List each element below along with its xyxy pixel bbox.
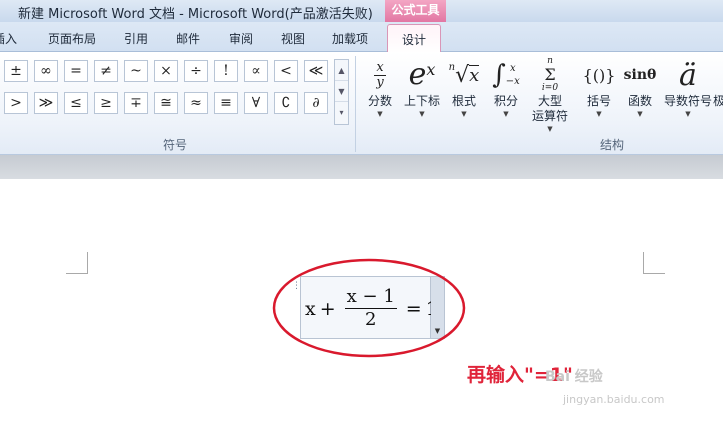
symbol-equals[interactable]: = <box>64 60 88 82</box>
equation-tools-context-tab[interactable]: 公式工具 <box>385 0 446 22</box>
symbol-identical[interactable]: ≡ <box>214 92 238 114</box>
integral-button[interactable]: ∫ x −x 积分 ▼ <box>489 56 523 134</box>
accent-icon: ä <box>679 57 697 93</box>
scroll-up-icon[interactable]: ▲ <box>335 60 348 81</box>
window-title: 新建 Microsoft Word 文档 - Microsoft Word(产品… <box>18 7 373 22</box>
script-icon: e x <box>408 57 436 92</box>
large-operator-label: 大型 <box>537 94 562 108</box>
chevron-down-icon: ▼ <box>685 110 691 118</box>
fraction-label: 分数 <box>367 94 392 108</box>
scroll-down-icon[interactable]: ▼ <box>335 81 348 102</box>
limit-label: 极 <box>713 94 723 108</box>
symbol-gallery: ± ∞ = ≠ ~ × ÷ ! ∝ < ≪ > ≫ ≤ ≥ ∓ ≅ ≈ ≡ ∀ … <box>4 60 334 118</box>
symbol-less-equal[interactable]: ≤ <box>64 92 88 114</box>
symbol-much-less[interactable]: ≪ <box>304 60 328 82</box>
tab-insert[interactable]: 插入 <box>0 30 17 47</box>
structures-group-label: 结构 <box>600 138 625 152</box>
margin-corner-right <box>643 252 665 274</box>
limit-button[interactable]: 极 <box>713 56 723 134</box>
tab-view[interactable]: 视图 <box>281 30 305 47</box>
chevron-down-icon: ▼ <box>596 110 602 118</box>
tab-references[interactable]: 引用 <box>124 30 148 47</box>
symbol-not-equal[interactable]: ≠ <box>94 60 118 82</box>
chevron-down-icon: ▼ <box>547 125 553 133</box>
bracket-label: 括号 <box>586 94 611 108</box>
script-button[interactable]: e x 上下标 ▼ <box>400 56 444 134</box>
symbol-less-than[interactable]: < <box>274 60 298 82</box>
fraction-icon: x y <box>362 56 398 94</box>
symbol-gallery-scrollbar[interactable]: ▲ ▼ ▾ <box>334 59 349 125</box>
symbol-divide[interactable]: ÷ <box>184 60 208 82</box>
radical-icon: n √ x <box>448 62 480 88</box>
symbol-factorial[interactable]: ! <box>214 60 238 82</box>
chevron-down-icon: ▼ <box>503 110 509 118</box>
bracket-icon: {()} <box>582 65 616 85</box>
watermark-url: jingyan.baidu.com <box>563 393 665 406</box>
watermark-logo: Bai 经验 <box>545 369 603 385</box>
chevron-down-icon: ▼ <box>377 110 383 118</box>
symbol-approx[interactable]: ≈ <box>184 92 208 114</box>
large-operator-button[interactable]: n Σ i=0 大型 运算符 ▼ <box>527 56 573 134</box>
radical-label: 根式 <box>451 94 476 108</box>
symbol-for-all[interactable]: ∀ <box>244 92 268 114</box>
ribbon-design: ± ∞ = ≠ ~ × ÷ ! ∝ < ≪ > ≫ ≤ ≥ ∓ ≅ ≈ ≡ ∀ … <box>0 52 723 155</box>
chevron-down-icon: ▼ <box>637 110 643 118</box>
margin-corner-left <box>66 252 88 274</box>
integral-icon: ∫ x −x <box>492 60 520 90</box>
script-label: 上下标 <box>403 94 440 108</box>
group-divider <box>355 56 356 152</box>
baidu-watermark: Bai 经验 jingyan.baidu.com <box>545 360 705 416</box>
symbol-complement[interactable]: ∁ <box>274 92 298 114</box>
symbol-greater-than[interactable]: > <box>4 92 28 114</box>
fraction-button[interactable]: x y 分数 ▼ <box>362 56 398 134</box>
symbol-much-greater[interactable]: ≫ <box>34 92 58 114</box>
symbol-infinity[interactable]: ∞ <box>34 60 58 82</box>
tab-design[interactable]: 设计 <box>387 24 442 53</box>
accent-button[interactable]: ä 导数符号 ▼ <box>663 56 713 134</box>
radical-button[interactable]: n √ x 根式 ▼ <box>446 56 482 134</box>
tab-add-ins[interactable]: 加载项 <box>332 30 368 47</box>
chevron-down-icon: ▼ <box>461 110 467 118</box>
tab-page-layout[interactable]: 页面布局 <box>48 30 96 47</box>
document-background <box>0 155 723 179</box>
symbol-congruent[interactable]: ≅ <box>154 92 178 114</box>
symbol-greater-equal[interactable]: ≥ <box>94 92 118 114</box>
tab-mailings[interactable]: 邮件 <box>176 30 200 47</box>
symbol-times[interactable]: × <box>154 60 178 82</box>
symbols-group-label: 符号 <box>163 138 188 152</box>
gallery-more-icon[interactable]: ▾ <box>335 102 348 123</box>
integral-label: 积分 <box>493 94 518 108</box>
function-label: 函数 <box>627 94 652 108</box>
symbol-tilde[interactable]: ~ <box>124 60 148 82</box>
large-operator-icon: n Σ i=0 <box>541 56 559 93</box>
title-bar: 新建 Microsoft Word 文档 - Microsoft Word(产品… <box>0 0 723 22</box>
chevron-down-icon: ▼ <box>419 110 425 118</box>
large-operator-label-2: 运算符 <box>531 109 568 123</box>
symbol-minus-plus[interactable]: ∓ <box>124 92 148 114</box>
function-icon: sinθ <box>623 67 657 83</box>
bracket-button[interactable]: {()} 括号 ▼ <box>580 56 618 134</box>
highlight-ellipse <box>272 258 466 358</box>
symbol-plus-minus[interactable]: ± <box>4 60 28 82</box>
limit-icon <box>713 56 723 94</box>
accent-label: 导数符号 <box>663 94 712 108</box>
ribbon-tabs: 插入 页面布局 引用 邮件 审阅 视图 加载项 设计 <box>0 22 723 53</box>
tab-review[interactable]: 审阅 <box>229 30 253 47</box>
function-button[interactable]: sinθ 函数 ▼ <box>621 56 659 134</box>
symbol-partial[interactable]: ∂ <box>304 92 328 114</box>
symbol-proportional[interactable]: ∝ <box>244 60 268 82</box>
